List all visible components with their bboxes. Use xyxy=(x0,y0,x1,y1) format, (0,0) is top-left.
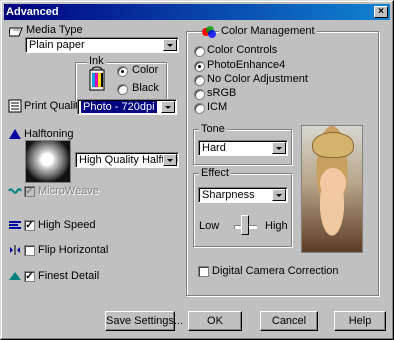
high-speed-label: High Speed xyxy=(38,219,96,231)
cancel-button[interactable]: Cancel xyxy=(260,311,318,331)
flip-horizontal-checkbox[interactable] xyxy=(24,245,35,256)
effect-label: Effect xyxy=(199,167,231,179)
halftoning-label: Halftoning xyxy=(24,128,74,140)
ink-cartridge-icon xyxy=(89,66,105,91)
effect-select[interactable]: Sharpness xyxy=(198,187,288,203)
tone-label: Tone xyxy=(199,123,227,135)
media-type-label: Media Type xyxy=(26,24,83,36)
microweave-label: MicroWeave xyxy=(38,185,99,197)
effect-slider-thumb[interactable] xyxy=(241,215,249,235)
effect-value: Sharpness xyxy=(202,189,255,201)
effect-high-label: High xyxy=(265,220,288,232)
flip-horizontal-icon xyxy=(10,245,20,255)
ink-color-label: Color xyxy=(132,64,159,76)
chevron-down-icon[interactable] xyxy=(272,189,286,201)
advanced-dialog: Advanced × Media Type Plain paper Ink Co… xyxy=(0,0,394,340)
chevron-down-icon[interactable] xyxy=(272,142,286,154)
no-color-adjustment-radio[interactable] xyxy=(194,75,205,86)
digital-camera-label: Digital Camera Correction xyxy=(212,265,339,277)
effect-low-label: Low xyxy=(199,220,220,232)
close-icon: × xyxy=(378,6,384,17)
high-speed-checkbox[interactable]: ✓ xyxy=(24,220,35,231)
print-quality-label: Print Quality xyxy=(24,100,84,112)
effect-group xyxy=(193,173,292,247)
chevron-down-icon[interactable] xyxy=(163,154,177,166)
media-type-select[interactable]: Plain paper xyxy=(25,37,179,53)
halftoning-select[interactable]: High Quality Halftoning xyxy=(75,152,179,168)
chevron-down-icon[interactable] xyxy=(161,101,175,113)
srgb-radio[interactable] xyxy=(194,89,205,100)
high-speed-icon xyxy=(9,221,21,229)
halftone-preview xyxy=(25,140,71,183)
tone-value: Hard xyxy=(202,142,226,154)
color-controls-radio[interactable] xyxy=(194,46,205,57)
icm-radio[interactable] xyxy=(194,103,205,114)
close-button[interactable]: × xyxy=(374,6,388,18)
ink-black-radio[interactable] xyxy=(117,84,128,95)
save-settings-button[interactable]: Save Settings... xyxy=(105,311,183,331)
window-title: Advanced xyxy=(6,6,59,18)
ink-black-label: Black xyxy=(132,82,159,94)
title-bar: Advanced × xyxy=(4,4,390,20)
chevron-down-icon[interactable] xyxy=(163,39,177,51)
print-quality-value: Photo - 720dpi xyxy=(81,101,157,113)
icm-label: ICM xyxy=(207,101,228,113)
flip-horizontal-label: Flip Horizontal xyxy=(38,244,109,256)
no-color-adjustment-label: No Color Adjustment xyxy=(207,73,308,85)
srgb-label: sRGB xyxy=(207,87,237,99)
halftoning-icon xyxy=(9,129,21,139)
finest-detail-icon xyxy=(9,272,21,280)
microweave-checkbox: ✓ xyxy=(24,186,35,197)
print-quality-icon xyxy=(8,99,22,113)
photoenhance4-label: PhotoEnhance4 xyxy=(207,59,286,71)
ink-color-radio[interactable] xyxy=(117,66,128,77)
color-management-title: Color Management xyxy=(219,25,317,37)
color-controls-label: Color Controls xyxy=(207,44,278,56)
finest-detail-checkbox[interactable]: ✓ xyxy=(24,271,35,282)
help-button[interactable]: Help xyxy=(334,311,386,331)
tone-select[interactable]: Hard xyxy=(198,140,288,156)
ok-button[interactable]: OK xyxy=(188,311,242,331)
digital-camera-checkbox[interactable] xyxy=(198,266,209,277)
finest-detail-label: Finest Detail xyxy=(38,270,100,282)
media-type-value: Plain paper xyxy=(29,39,85,51)
color-management-icon xyxy=(202,26,216,38)
microweave-icon xyxy=(8,188,22,194)
photoenhance4-radio[interactable] xyxy=(194,61,205,72)
print-quality-select[interactable]: Photo - 720dpi xyxy=(77,99,177,115)
photo-preview xyxy=(301,125,363,253)
media-type-icon xyxy=(9,27,23,37)
